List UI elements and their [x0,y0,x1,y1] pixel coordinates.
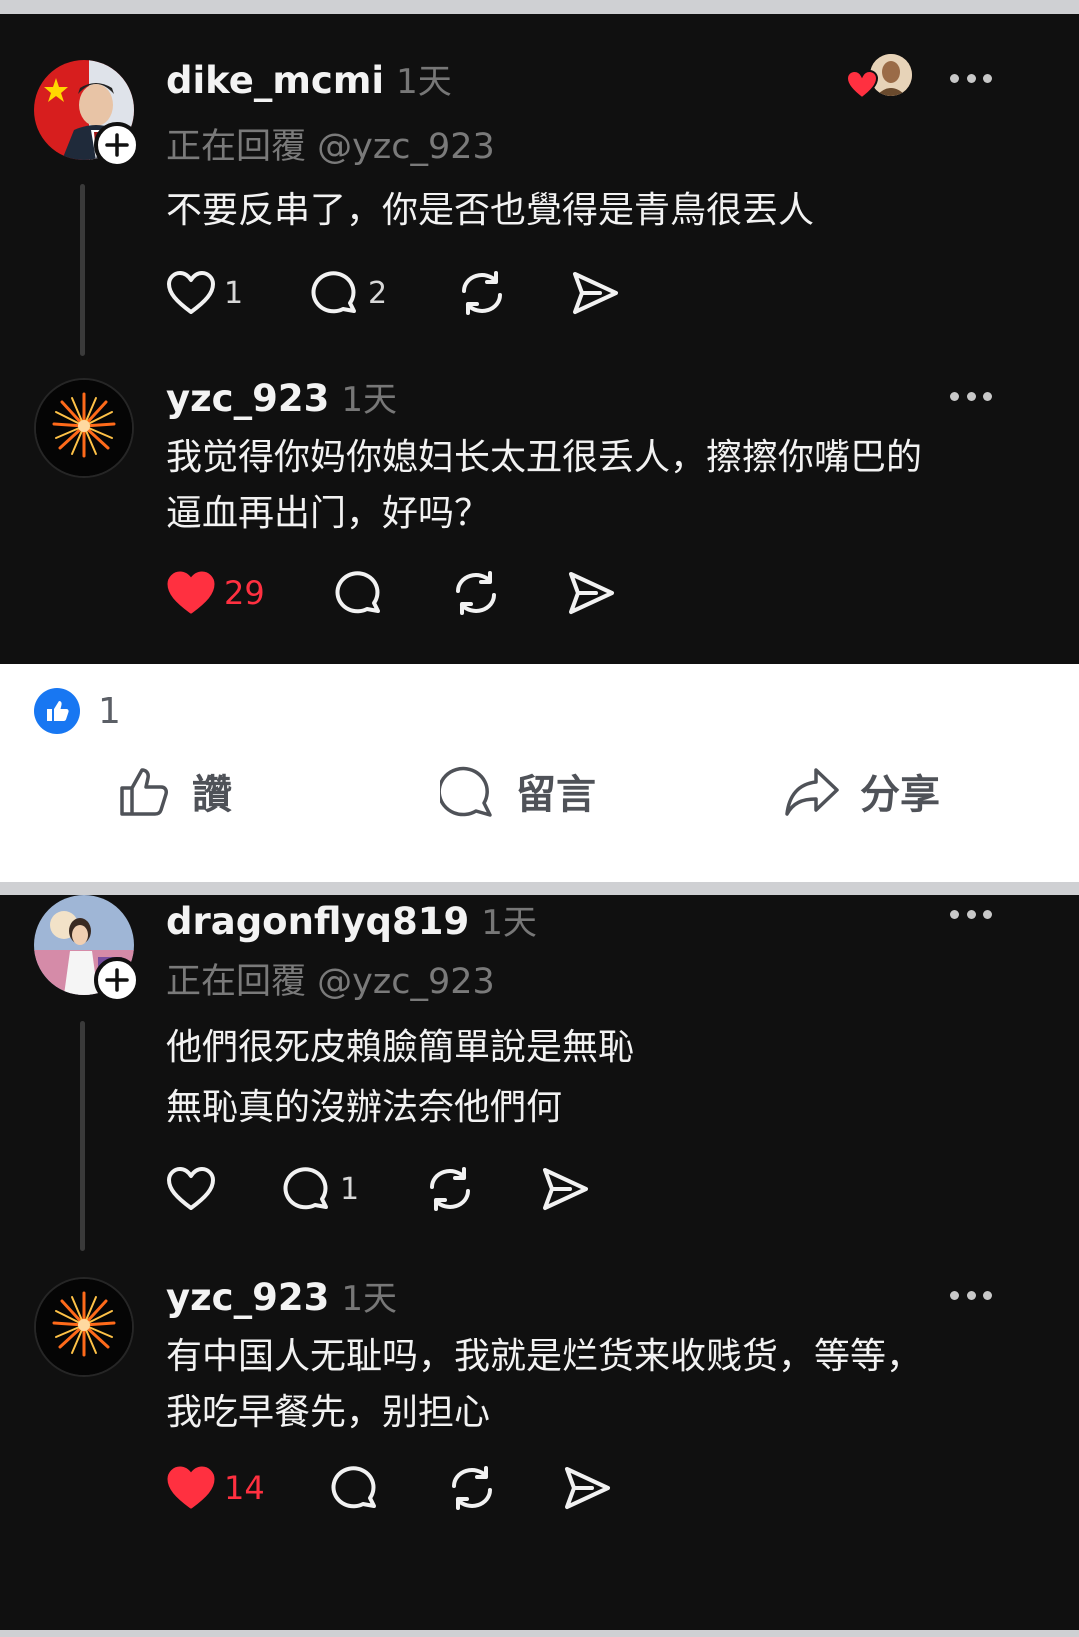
like-label: 讚 [192,772,232,818]
repost-button[interactable] [456,269,570,317]
repost-icon [452,1466,492,1510]
facebook-action-row: 讚 留言 分享 [0,754,1079,834]
send-icon [543,1168,588,1210]
liked-by-author-indicator [846,54,916,100]
heart-badge-icon [846,70,878,100]
comment-bubble-icon [311,271,356,314]
post-header: dike_mcmi 1天 [166,54,452,103]
share-button[interactable] [540,1166,590,1212]
repost-button[interactable] [450,569,566,617]
reply-text-line-2: 逼血再出门，好吗？ [166,493,491,534]
send-icon [573,272,618,314]
like-reaction-icon [34,688,80,734]
username[interactable]: yzc_923 [166,377,329,420]
like-count: 14 [224,1469,265,1507]
reply-text-line-1: 我觉得你妈你媳妇长太丑很丢人，擦擦你嘴巴的 [166,437,923,478]
comment-button[interactable] [330,1464,446,1512]
comment-bubble-icon [335,571,380,614]
like-count: 29 [224,574,265,612]
repost-icon [430,1167,470,1211]
more-options-icon[interactable] [950,72,992,84]
more-options-icon[interactable] [950,1289,992,1301]
like-button[interactable]: 29 [166,570,334,616]
post-text: 不要反串了，你是否也覺得是青鳥很丟人 [166,190,815,231]
heart-icon [167,1167,215,1210]
timestamp: 1天 [341,380,397,420]
reply-text-line-2: 我吃早餐先，别担心 [166,1392,491,1433]
repost-icon [462,271,502,315]
username[interactable]: yzc_923 [166,1276,329,1319]
post-actions: 1 2 [166,269,620,317]
comment-icon [440,766,492,817]
more-options-icon[interactable] [950,390,992,402]
replying-to-label: 正在回覆 @yzc_923 [166,962,495,1002]
send-icon [569,572,614,614]
comment-button[interactable]: 留言 [440,762,596,820]
comment-bubble-icon [283,1167,328,1210]
username[interactable]: dike_mcmi [166,59,384,102]
share-label: 分享 [860,772,940,818]
thumbs-up-icon [120,768,168,816]
replying-to-label: 正在回覆 @yzc_923 [166,127,495,167]
heart-filled-icon [167,1466,215,1509]
thread-connector-line [80,184,85,356]
timestamp: 1天 [481,903,537,943]
comment-count: 1 [340,1171,360,1207]
username[interactable]: dragonflyq819 [166,900,469,943]
post-actions: 1 [166,1165,590,1213]
threads-panel-2: dragonflyq819 1天 正在回覆 @yzc_923 他們很死皮賴臉簡單… [0,895,1079,1630]
reaction-count: 1 [98,690,121,732]
post-text-line-2: 無恥真的沒辦法奈他們何 [166,1087,563,1128]
comment-button[interactable]: 1 [282,1165,424,1213]
more-options-icon[interactable] [950,908,992,920]
repost-button[interactable] [446,1464,562,1512]
timestamp: 1天 [396,62,452,102]
avatar-yzc-923[interactable] [34,378,134,478]
reply-actions: 29 [166,569,616,617]
share-button[interactable]: 分享 [784,762,940,820]
comment-bubble-icon [331,1466,376,1509]
like-button[interactable]: 讚 [118,762,232,820]
share-button[interactable] [562,1465,612,1511]
share-button[interactable] [570,270,620,316]
reply-actions: 14 [166,1464,612,1512]
like-count: 1 [224,275,244,311]
like-button[interactable]: 14 [166,1465,330,1511]
reply-header: yzc_923 1天 [166,1271,397,1320]
comment-button[interactable] [334,569,450,617]
comment-button[interactable]: 2 [310,269,456,317]
share-arrow-icon [785,768,839,816]
repost-icon [456,571,496,615]
facebook-reaction-bar: 1 讚 留言 分享 [0,664,1079,882]
reaction-summary[interactable]: 1 [34,688,121,734]
avatar-yzc-923[interactable] [34,1277,134,1377]
heart-icon [167,271,215,314]
reply-header: yzc_923 1天 [166,372,397,421]
comment-label: 留言 [516,772,596,818]
heart-filled-icon [167,571,215,614]
threads-panel-1: dike_mcmi 1天 正在回覆 @yzc_923 不要反串了，你是否也覺得是… [0,14,1079,664]
share-button[interactable] [566,570,616,616]
like-button[interactable] [166,1166,282,1212]
comment-count: 2 [368,275,388,311]
timestamp: 1天 [341,1279,397,1319]
follow-plus-icon[interactable] [94,122,140,168]
post-text-line-1: 他們很死皮賴臉簡單說是無恥 [166,1027,635,1068]
thread-connector-line [80,1021,85,1251]
like-button[interactable]: 1 [166,270,310,316]
post-header: dragonflyq819 1天 [166,895,537,944]
reply-text-line-1: 有中国人无耻吗，我就是烂货来收贱货，等等， [166,1336,923,1377]
repost-button[interactable] [424,1165,540,1213]
follow-plus-icon[interactable] [94,957,140,1003]
send-icon [565,1467,610,1509]
